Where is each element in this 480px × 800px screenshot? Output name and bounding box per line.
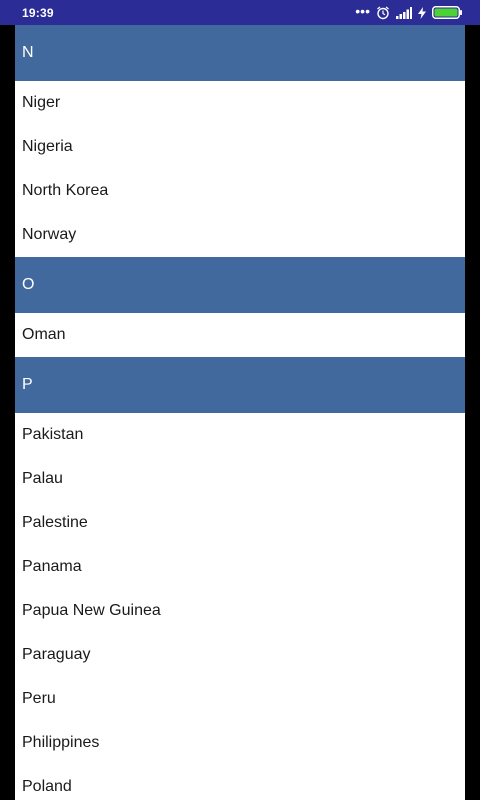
status-time: 19:39 [22,5,54,20]
country-item[interactable]: North Korea [15,169,465,213]
country-item[interactable]: Niger [15,81,465,125]
country-item[interactable]: Peru [15,677,465,721]
country-item[interactable]: Poland [15,765,465,800]
battery-icon [432,6,462,19]
country-list[interactable]: N Niger Nigeria North Korea Norway O Oman P Paki… [15,25,465,800]
country-item[interactable]: Oman [15,313,465,357]
country-item[interactable]: Palau [15,457,465,501]
signal-icon [396,6,412,19]
country-item[interactable]: Papua New Guinea [15,589,465,633]
section-header-n: N [15,25,465,81]
country-item[interactable]: Norway [15,213,465,257]
charging-icon [418,6,426,19]
status-bar: 19:39 ••• [0,0,480,25]
more-dots-icon: ••• [355,2,370,19]
status-icons: ••• [355,2,462,20]
country-item[interactable]: Palestine [15,501,465,545]
country-item[interactable]: Nigeria [15,125,465,169]
alarm-icon [376,5,390,20]
country-item[interactable]: Philippines [15,721,465,765]
section-header-o: O [15,257,465,313]
section-header-p: P [15,357,465,413]
country-item[interactable]: Panama [15,545,465,589]
country-item[interactable]: Paraguay [15,633,465,677]
country-item[interactable]: Pakistan [15,413,465,457]
